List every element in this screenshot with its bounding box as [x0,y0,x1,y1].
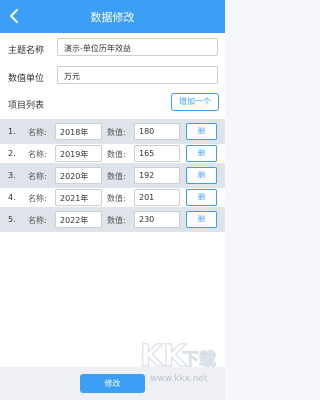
delete-item-button[interactable]: 删 [186,145,217,162]
item-name-input[interactable]: 2020年 [55,167,102,184]
name-label: 名称: [28,216,47,225]
subject-input[interactable]: 演示-单位历年效益 [57,38,218,56]
item-index: 2. [8,149,16,158]
form-content: 主题名称 演示-单位历年效益 数值单位 万元 项目列表 增加一个 1. 名称: … [0,33,225,367]
item-index: 3. [8,171,16,180]
submit-button[interactable]: 修改 [80,374,145,393]
value-label: 数值: [107,128,126,137]
name-label: 名称: [28,172,47,181]
item-row: 5. 名称: 2022年 数值: 230 删 [0,207,225,232]
watermark-url: www.kkx.net [150,374,208,384]
item-index: 4. [8,193,16,202]
item-value-input[interactable]: 201 [134,189,180,206]
value-label: 数值: [107,216,126,225]
top-nav-bar: 数据修改 [0,0,225,33]
item-name-input[interactable]: 2019年 [55,145,102,162]
name-label: 名称: [28,194,47,203]
delete-item-button[interactable]: 删 [186,123,217,140]
item-name-input[interactable]: 2021年 [55,189,102,206]
item-index: 5. [8,215,16,224]
item-value-input[interactable]: 180 [134,123,180,140]
item-value-input[interactable]: 192 [134,167,180,184]
delete-item-button[interactable]: 删 [186,211,217,228]
add-item-button[interactable]: 增加一个 [171,93,219,111]
value-label: 数值: [107,150,126,159]
item-index: 1. [8,127,16,136]
name-label: 名称: [28,128,47,137]
delete-item-button[interactable]: 删 [186,167,217,184]
delete-item-button[interactable]: 删 [186,189,217,206]
name-label: 名称: [28,150,47,159]
page-title: 数据修改 [90,11,135,24]
unit-label: 数值单位 [8,74,45,84]
value-label: 数值: [107,172,126,181]
item-value-input[interactable]: 165 [134,145,180,162]
value-label: 数值: [107,194,126,203]
item-name-input[interactable]: 2018年 [55,123,102,140]
item-list-label: 项目列表 [8,101,45,111]
item-value-input[interactable]: 230 [134,211,180,228]
unit-input[interactable]: 万元 [57,66,218,84]
item-name-input[interactable]: 2022年 [55,211,102,228]
subject-label: 主题名称 [8,46,45,56]
